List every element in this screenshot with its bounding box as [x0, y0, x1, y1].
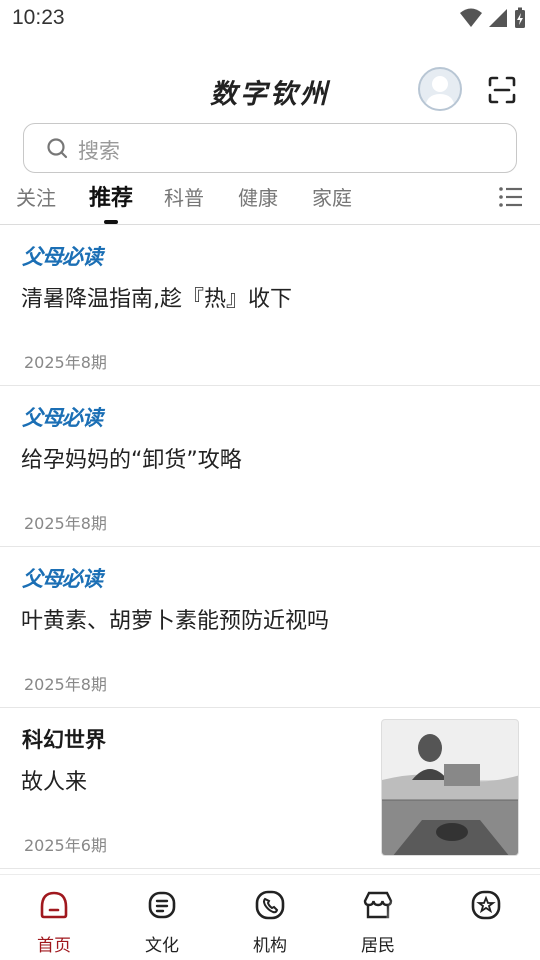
home-icon — [40, 891, 68, 919]
nav-institution[interactable]: 机构 — [216, 875, 324, 960]
nav-culture[interactable]: 文化 — [108, 875, 216, 960]
article-title: 故人来 — [21, 770, 88, 795]
app-header: 数字钦州 — [0, 60, 540, 116]
wifi-icon — [460, 8, 482, 27]
signal-icon — [489, 9, 507, 27]
article-thumbnail — [381, 719, 519, 856]
culture-icon — [148, 891, 176, 919]
search-icon — [47, 138, 68, 159]
tab-follow[interactable]: 关注 — [16, 182, 56, 211]
article-item[interactable]: 科幻世界 故人来 2025年6期 — [0, 708, 540, 869]
nav-label: 首页 — [37, 936, 71, 956]
tab-family[interactable]: 家庭 — [312, 182, 352, 211]
tab-science[interactable]: 科普 — [164, 182, 204, 211]
source-logo: 父母必读 — [22, 245, 103, 269]
phone-icon — [255, 890, 285, 920]
star-icon — [471, 890, 501, 920]
category-tabs: 关注 推荐 科普 健康 家庭 — [0, 180, 540, 224]
list-menu-icon[interactable] — [498, 184, 524, 210]
article-title: 叶黄素、胡萝卜素能预防近视吗 — [21, 609, 330, 634]
search-placeholder: 搜索 — [78, 139, 120, 163]
user-avatar-icon — [425, 76, 455, 109]
source-logo: 父母必读 — [22, 567, 103, 591]
nav-home[interactable]: 首页 — [0, 875, 108, 960]
article-date: 2025年6期 — [24, 836, 107, 855]
article-title: 清暑降温指南,趁『热』收下 — [21, 287, 292, 312]
article-item[interactable]: 父母必读 清暑降温指南,趁『热』收下 2025年8期 — [0, 225, 540, 386]
search-input[interactable]: 搜索 — [23, 123, 517, 173]
source-logo: 父母必读 — [22, 406, 103, 430]
status-icons — [460, 7, 526, 29]
nav-favorites[interactable] — [432, 875, 540, 960]
article-date: 2025年8期 — [24, 675, 107, 694]
battery-icon — [515, 7, 525, 28]
status-bar: 10:23 — [0, 0, 540, 36]
article-date: 2025年8期 — [24, 353, 107, 372]
nav-label: 文化 — [145, 936, 179, 956]
nav-label: 机构 — [253, 936, 287, 956]
article-item[interactable]: 父母必读 给孕妈妈的“卸货”攻略 2025年8期 — [0, 386, 540, 547]
article-date: 2025年8期 — [24, 514, 107, 533]
scan-icon[interactable] — [486, 74, 518, 106]
tab-recommend[interactable]: 推荐 — [89, 180, 133, 212]
avatar[interactable] — [418, 67, 462, 111]
source-logo: 科幻世界 — [22, 728, 106, 752]
status-time: 10:23 — [12, 6, 65, 29]
illustration-thumbnail — [382, 720, 518, 855]
article-title: 给孕妈妈的“卸货”攻略 — [21, 448, 242, 473]
bottom-navigation: 首页 文化 机构 居民 — [0, 874, 540, 960]
watermark-overlay — [386, 888, 446, 948]
article-item[interactable]: 父母必读 叶黄素、胡萝卜素能预防近视吗 2025年8期 — [0, 547, 540, 708]
tab-health[interactable]: 健康 — [238, 182, 278, 211]
